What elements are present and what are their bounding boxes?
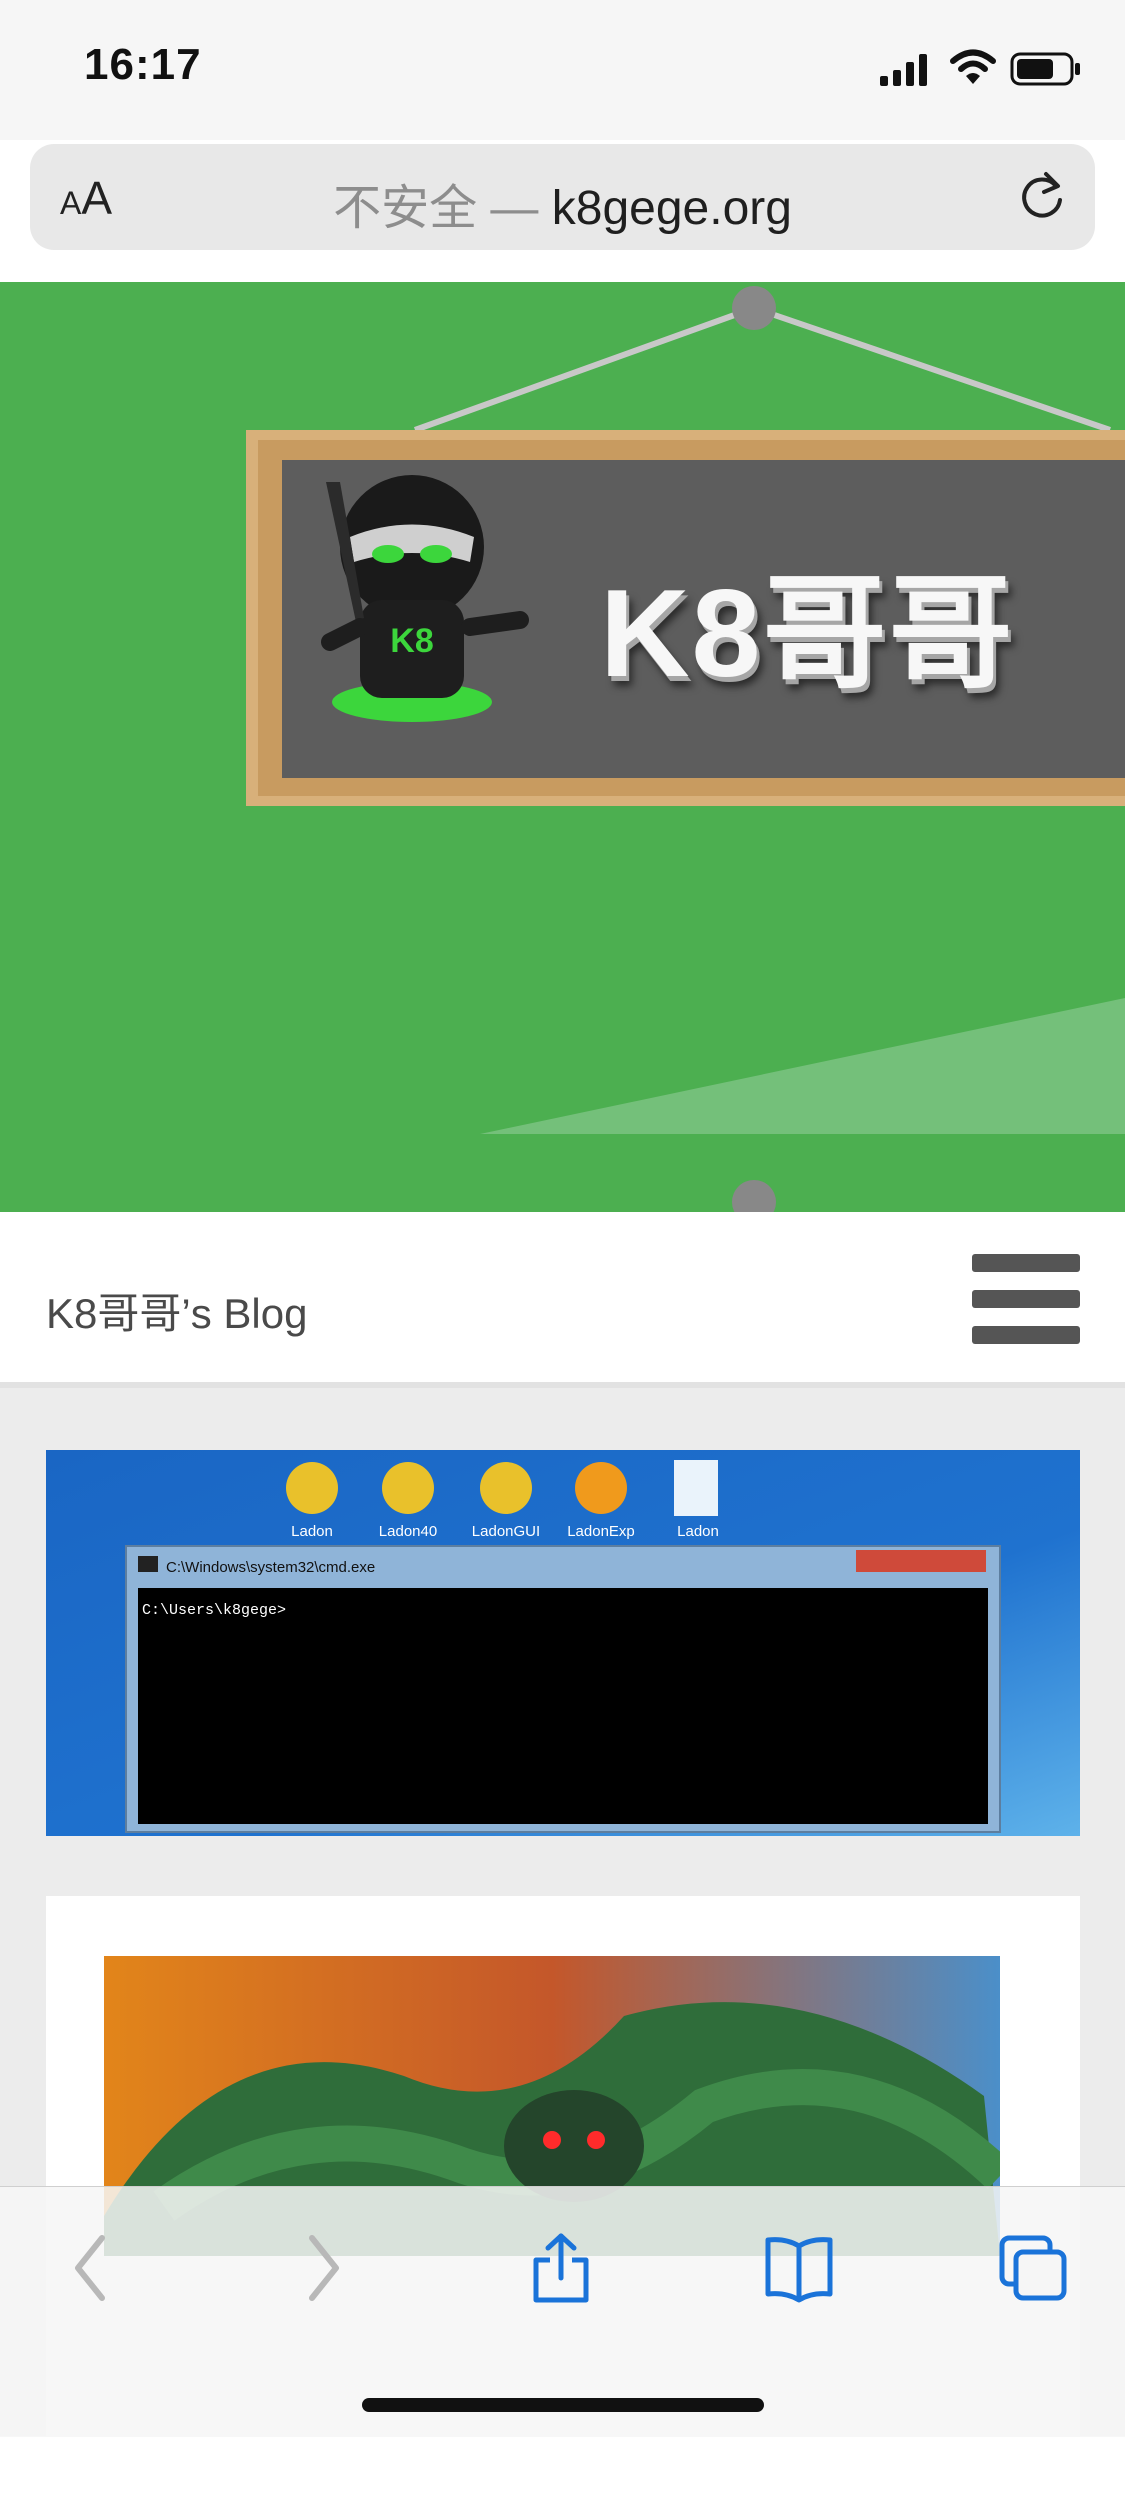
- tabs-icon[interactable]: [996, 2232, 1070, 2304]
- reload-icon[interactable]: [1016, 168, 1068, 224]
- wifi-icon: [950, 49, 996, 84]
- share-icon[interactable]: [530, 2232, 592, 2304]
- svg-text:C:\Users\k8gege>: C:\Users\k8gege>: [142, 1602, 286, 1619]
- chalkboard-illustration: K8: [246, 286, 1125, 1212]
- bookmarks-icon[interactable]: [764, 2232, 834, 2304]
- svg-text:Ladon: Ladon: [677, 1523, 719, 1540]
- svg-text:LadonExp: LadonExp: [567, 1523, 635, 1540]
- clock: 16:17: [84, 40, 202, 89]
- home-indicator: [362, 2398, 764, 2412]
- back-icon[interactable]: [70, 2232, 110, 2304]
- svg-text:Ladon: Ladon: [291, 1523, 333, 1540]
- svg-text:C:\Windows\system32\cmd.exe: C:\Windows\system32\cmd.exe: [166, 1559, 375, 1576]
- text-size-button[interactable]: AA: [60, 171, 112, 225]
- status-bar: 16:17: [0, 0, 1125, 140]
- battery-icon: [1010, 52, 1080, 86]
- url-field[interactable]: 不安全 — k8gege.org: [150, 168, 975, 238]
- board-title: K8哥哥: [600, 565, 1015, 703]
- post-thumbnail-desktop[interactable]: Ladon Ladon40 LadonGUI LadonExp Ladon C:…: [46, 1450, 1080, 1836]
- svg-text:Ladon40: Ladon40: [379, 1523, 437, 1540]
- desktop-screenshot: Ladon Ladon40 LadonGUI LadonExp Ladon C:…: [46, 1450, 1080, 1836]
- hamburger-menu-icon[interactable]: [972, 1254, 1080, 1344]
- ladongui-icon: [480, 1462, 532, 1514]
- domain-text: k8gege.org: [551, 182, 792, 235]
- security-label: 不安全 —: [333, 182, 539, 235]
- ladonexp-icon: [575, 1462, 627, 1514]
- window-controls: [856, 1550, 986, 1572]
- forward-icon[interactable]: [304, 2232, 344, 2304]
- ladon40-icon: [382, 1462, 434, 1514]
- hero-banner: K8 K8哥哥: [0, 282, 1125, 1212]
- mascot-badge: K8: [390, 622, 433, 660]
- ladon-icon: [286, 1462, 338, 1514]
- site-header: K8哥哥’s Blog: [0, 1212, 1125, 1388]
- cellular-signal-icon: [880, 54, 927, 86]
- cmd-window: C:\Windows\system32\cmd.exe C:\Users\k8g…: [125, 1545, 1001, 1833]
- ladon-script-icon: [674, 1460, 718, 1516]
- site-name-link[interactable]: K8哥哥’s Blog: [46, 1280, 307, 1341]
- svg-text:LadonGUI: LadonGUI: [472, 1523, 540, 1540]
